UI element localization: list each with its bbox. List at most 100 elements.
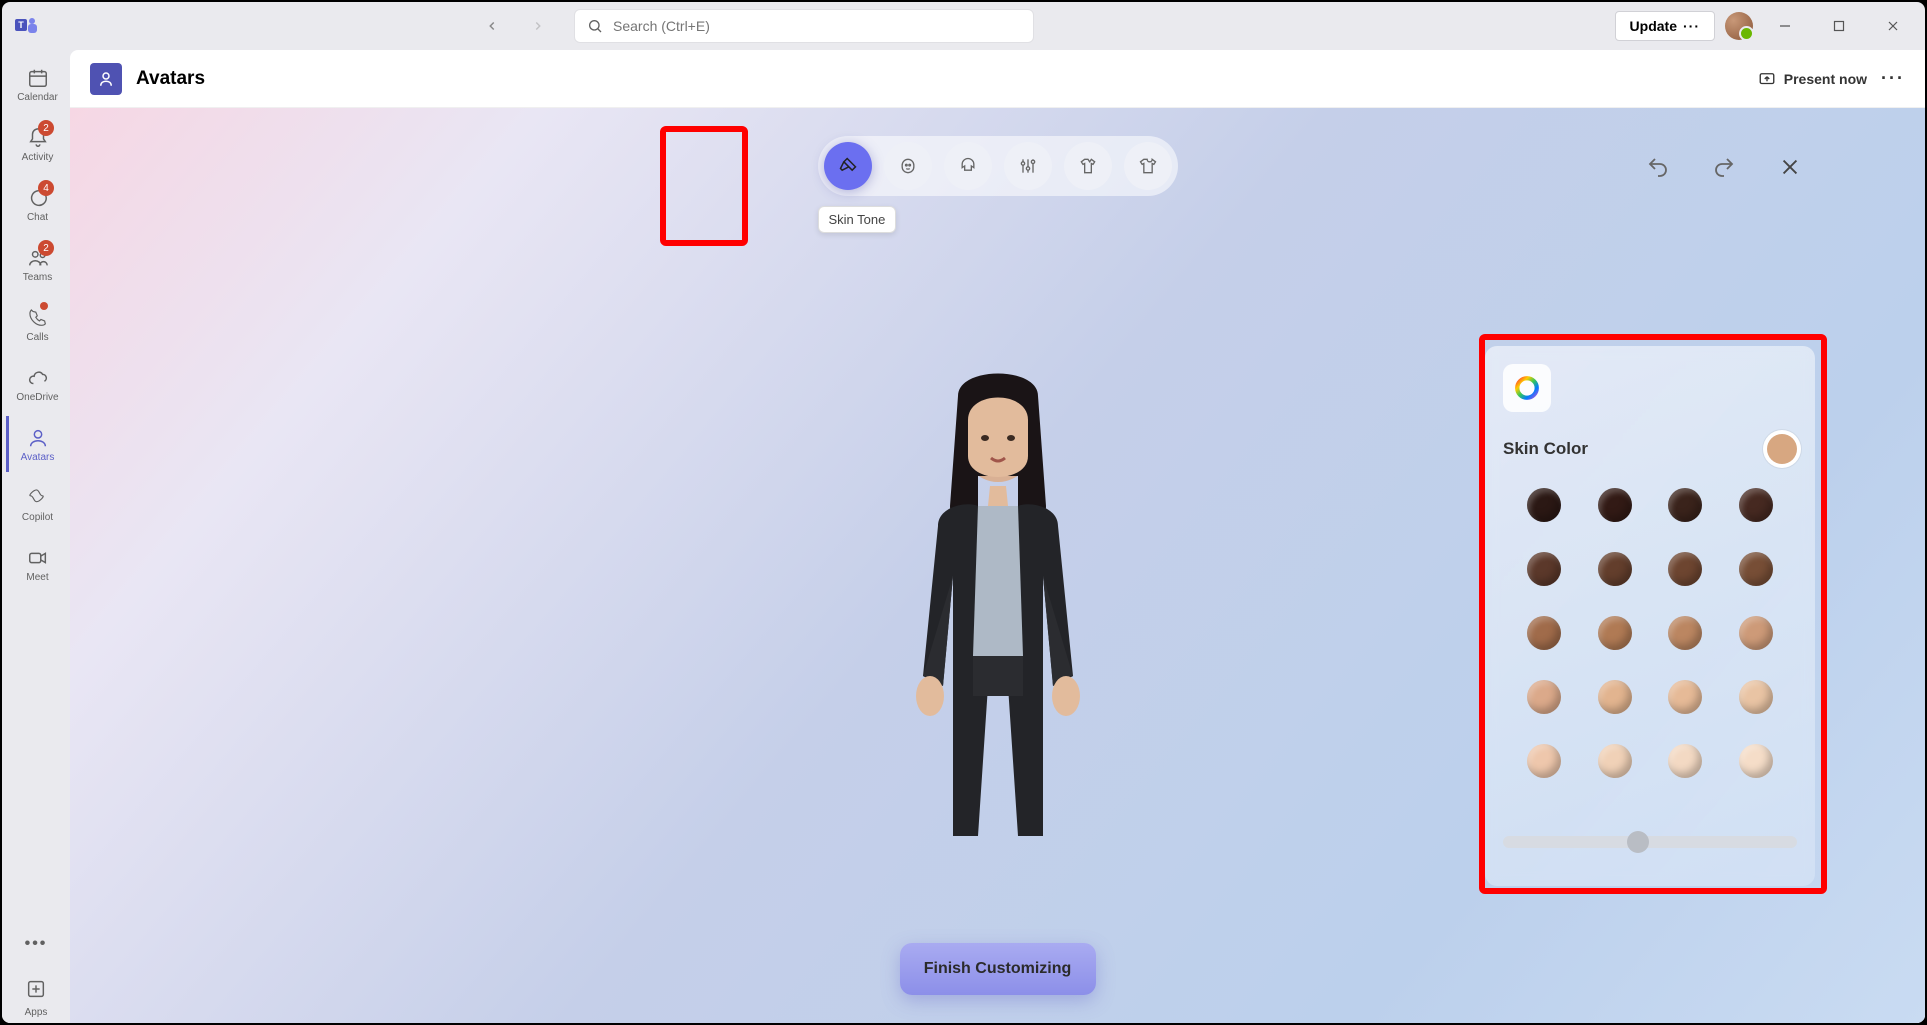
category-skin-tone[interactable] — [824, 142, 872, 190]
skin-swatch[interactable] — [1527, 552, 1561, 586]
teams-badge: 2 — [38, 240, 54, 256]
skin-swatch[interactable] — [1739, 616, 1773, 650]
window-close-button[interactable] — [1871, 10, 1915, 42]
rail-meet[interactable]: Meet — [6, 536, 66, 592]
skin-swatch[interactable] — [1527, 616, 1561, 650]
category-outfit[interactable] — [1064, 142, 1112, 190]
close-icon — [1779, 156, 1801, 178]
skin-color-panel: Skin Color — [1485, 346, 1815, 886]
skin-swatch[interactable] — [1668, 616, 1702, 650]
nav-forward-button[interactable] — [524, 12, 552, 40]
rail-label: Apps — [25, 1007, 48, 1018]
skin-swatch[interactable] — [1527, 488, 1561, 522]
present-label: Present now — [1784, 71, 1867, 87]
skin-swatch[interactable] — [1668, 488, 1702, 522]
skin-swatch[interactable] — [1739, 552, 1773, 586]
skin-swatch[interactable] — [1598, 680, 1632, 714]
profile-avatar[interactable] — [1725, 12, 1753, 40]
more-icon: ··· — [1683, 18, 1700, 34]
share-screen-icon — [1758, 70, 1776, 88]
selected-skin-swatch — [1767, 434, 1797, 464]
nav-back-button[interactable] — [478, 12, 506, 40]
page-header: Avatars Present now ··· — [70, 50, 1925, 108]
rail-calls[interactable]: Calls — [6, 296, 66, 352]
window-minimize-button[interactable] — [1763, 10, 1807, 42]
skin-swatch[interactable] — [1598, 488, 1632, 522]
skin-swatch[interactable] — [1668, 552, 1702, 586]
redo-icon — [1712, 155, 1736, 179]
finish-customizing-button[interactable]: Finish Customizing — [900, 943, 1096, 995]
skin-swatch[interactable] — [1668, 744, 1702, 778]
rail-avatars[interactable]: Avatars — [6, 416, 66, 472]
search-input[interactable] — [613, 18, 1021, 34]
update-button[interactable]: Update ··· — [1615, 11, 1715, 41]
category-bar: Skin Tone — [818, 136, 1178, 233]
search-bar[interactable] — [574, 9, 1034, 43]
skin-swatch[interactable] — [1668, 680, 1702, 714]
editor-top-actions — [1643, 152, 1805, 182]
skin-swatch[interactable] — [1598, 552, 1632, 586]
skin-swatch[interactable] — [1739, 488, 1773, 522]
undo-icon — [1646, 155, 1670, 179]
brush-icon — [838, 156, 858, 176]
main-area: Avatars Present now ··· — [70, 50, 1925, 1023]
rail-copilot[interactable]: Copilot — [6, 476, 66, 532]
skin-swatch[interactable] — [1598, 744, 1632, 778]
category-hair[interactable] — [944, 142, 992, 190]
avatar-icon — [26, 426, 50, 450]
avatar-preview — [868, 356, 1128, 856]
rail-onedrive[interactable]: OneDrive — [6, 356, 66, 412]
category-tooltip: Skin Tone — [818, 206, 897, 233]
rail-label: Teams — [23, 272, 52, 283]
rail-label: Avatars — [21, 452, 55, 463]
teams-logo: T — [12, 12, 40, 40]
slider-thumb[interactable] — [1627, 831, 1649, 853]
rail-calendar[interactable]: Calendar — [6, 56, 66, 112]
rail-more[interactable]: ••• — [6, 919, 66, 969]
rail-chat[interactable]: 4 Chat — [6, 176, 66, 232]
search-icon — [587, 18, 603, 34]
undo-button[interactable] — [1643, 152, 1673, 182]
rail-activity[interactable]: 2 Activity — [6, 116, 66, 172]
close-editor-button[interactable] — [1775, 152, 1805, 182]
redo-button[interactable] — [1709, 152, 1739, 182]
skin-swatch[interactable] — [1739, 744, 1773, 778]
chat-badge: 4 — [38, 180, 54, 196]
apps-icon — [25, 978, 47, 1005]
sliders-icon — [1018, 156, 1038, 176]
skin-swatch-grid — [1503, 488, 1797, 778]
rail-label: Calendar — [17, 92, 58, 103]
skin-tone-slider[interactable] — [1503, 832, 1797, 852]
custom-color-picker-button[interactable] — [1503, 364, 1551, 412]
skin-swatch[interactable] — [1527, 680, 1561, 714]
skin-swatch[interactable] — [1598, 616, 1632, 650]
category-body[interactable] — [1004, 142, 1052, 190]
activity-badge: 2 — [38, 120, 54, 136]
calls-badge — [40, 302, 48, 310]
window-maximize-button[interactable] — [1817, 10, 1861, 42]
cloud-icon — [26, 366, 50, 390]
svg-text:T: T — [18, 20, 24, 30]
present-now-button[interactable]: Present now — [1758, 70, 1867, 88]
skin-swatch[interactable] — [1527, 744, 1561, 778]
hair-icon — [958, 156, 978, 176]
category-face[interactable] — [884, 142, 932, 190]
rail-label: Meet — [26, 572, 48, 583]
page-title: Avatars — [136, 68, 205, 90]
jacket-icon — [1078, 156, 1098, 176]
rail-apps[interactable]: Apps — [6, 973, 66, 1023]
calendar-icon — [26, 66, 50, 90]
rail-label: Copilot — [22, 512, 53, 523]
skin-swatch[interactable] — [1739, 680, 1773, 714]
finish-label: Finish Customizing — [924, 960, 1072, 977]
rail-teams[interactable]: 2 Teams — [6, 236, 66, 292]
category-wardrobe[interactable] — [1124, 142, 1172, 190]
tshirt-icon — [1138, 156, 1158, 176]
video-icon — [26, 546, 50, 570]
avatar-canvas: Skin Tone — [70, 108, 1925, 1023]
color-wheel-icon — [1514, 375, 1540, 401]
update-label: Update — [1630, 18, 1677, 34]
page-more-button[interactable]: ··· — [1881, 68, 1905, 89]
app-rail: Calendar 2 Activity 4 Chat 2 Teams Calls — [2, 50, 70, 1023]
more-horizontal-icon: ••• — [25, 935, 48, 953]
